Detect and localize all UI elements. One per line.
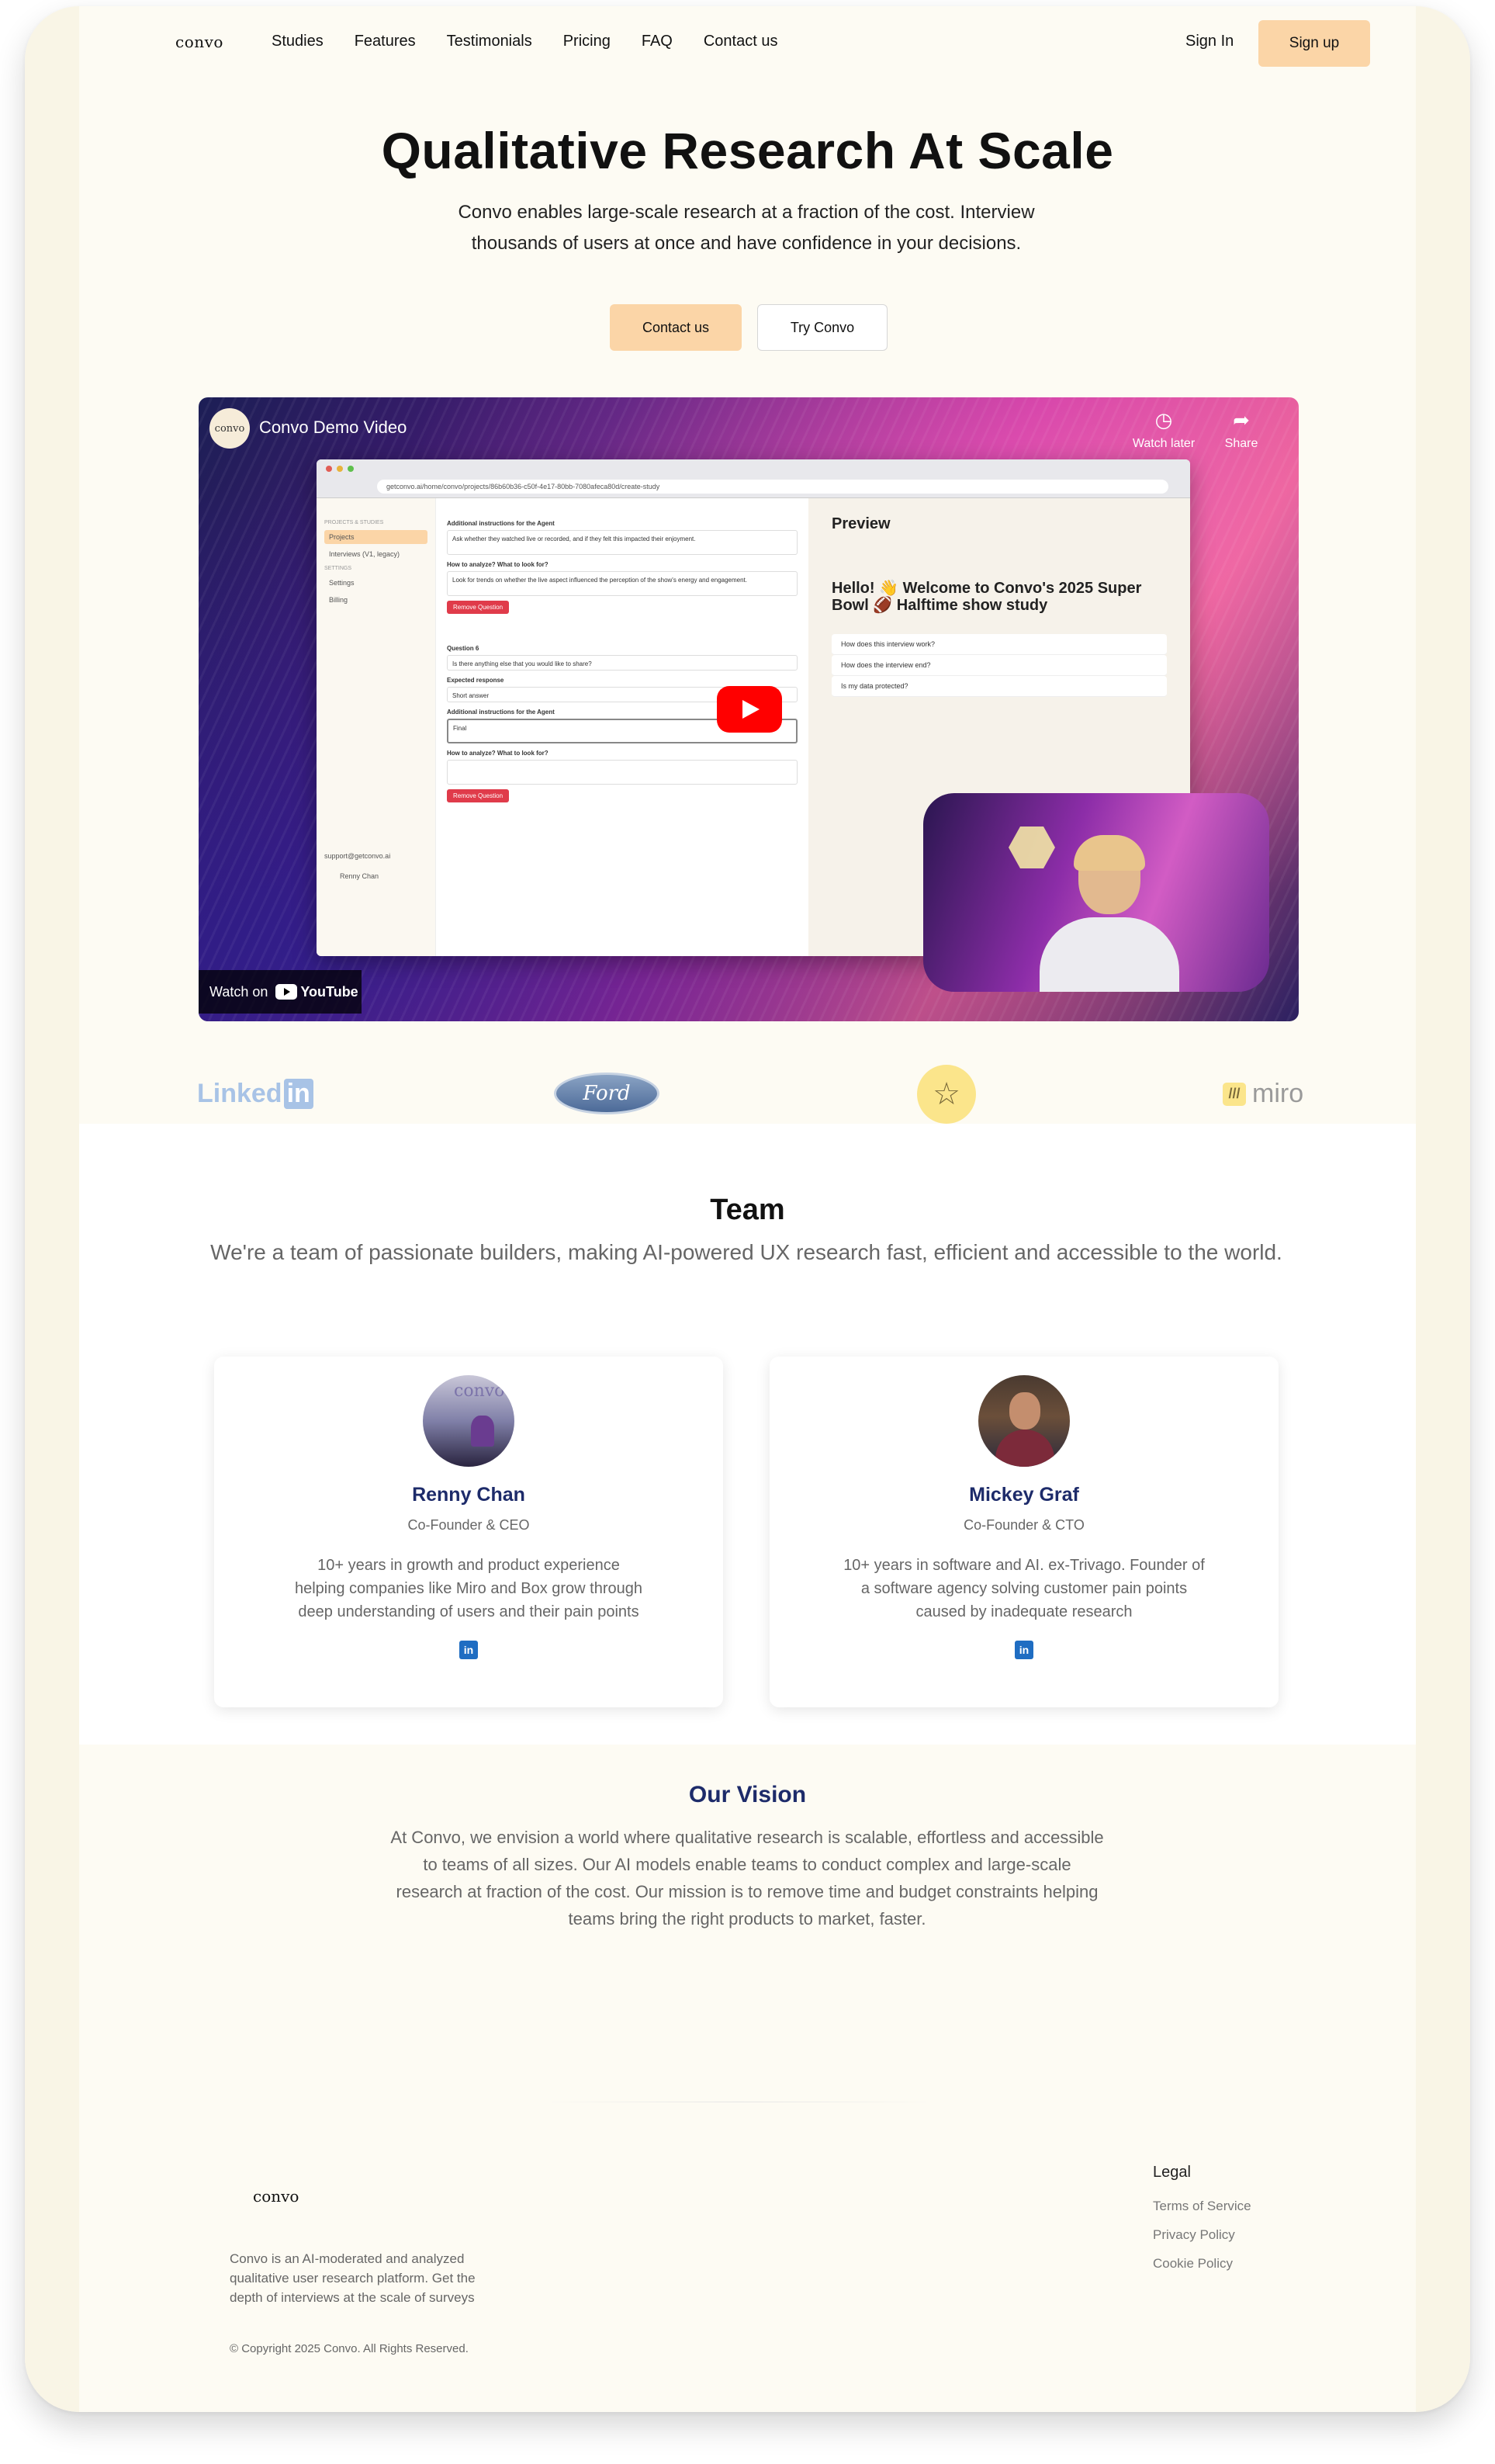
preview-faq-item: Is my data protected? — [832, 676, 1167, 697]
analyze-field: Look for trends on whether the live aspe… — [447, 571, 798, 596]
sidebar-section-settings: SETTINGS — [324, 566, 352, 571]
member-bio: 10+ years in software and AI. ex-Trivago… — [843, 1557, 1205, 1620]
label-question-6: Question 6 — [447, 645, 479, 652]
nav-link-features[interactable]: Features — [355, 33, 416, 50]
nav-link-studies[interactable]: Studies — [272, 33, 324, 50]
avatar: convo — [423, 1375, 514, 1467]
linkedin-logo: Linked in — [197, 1079, 313, 1109]
watch-later-button[interactable]: ◷ Watch later — [1125, 408, 1203, 451]
browser-bar: getconvo.ai/home/convo/projects/86b60b36… — [317, 459, 1190, 498]
share-label: Share — [1224, 437, 1258, 450]
avatar — [978, 1375, 1070, 1467]
ford-logo: Ford — [554, 1073, 659, 1114]
youtube-wordmark: YouTube — [300, 983, 358, 1000]
channel-avatar[interactable]: convo — [209, 408, 250, 449]
webcam-overlay — [923, 793, 1269, 992]
watch-later-label: Watch later — [1132, 437, 1196, 450]
vision-body: At Convo, we envision a world where qual… — [390, 1828, 1104, 1929]
sidebar-item-settings: Settings — [329, 579, 355, 587]
remove-question-button-2: Remove Question — [447, 789, 510, 802]
member-bio: 10+ years in growth and product experien… — [294, 1557, 643, 1620]
vision-title: Our Vision — [688, 1782, 807, 1807]
member-role: Co-Founder & CEO — [407, 1517, 530, 1533]
sidebar-item-billing: Billing — [329, 596, 348, 604]
sidebar-item-interviews: Interviews (V1, legacy) — [329, 550, 400, 558]
sign-up-button[interactable]: Sign up — [1258, 20, 1370, 67]
miro-logo: /// miro — [1223, 1079, 1303, 1109]
legal-links: Terms of Service Privacy Policy Cookie P… — [1153, 2192, 1251, 2278]
client-logos: Linked in Ford ☆ /// miro — [79, 1062, 1416, 1124]
footer-copyright: © Copyright 2025 Convo. All Rights Reser… — [230, 2342, 469, 2355]
top-nav: convo Studies Features Testimonials Pric… — [79, 6, 1416, 76]
nav-links: Studies Features Testimonials Pricing FA… — [272, 33, 777, 50]
hero-title: Qualitative Research At Scale — [381, 122, 1114, 179]
share-arrow-icon: ➦ — [1233, 408, 1250, 431]
label-analyze-2: How to analyze? What to look for? — [447, 750, 549, 757]
youtube-logo-icon: YouTube — [275, 984, 358, 1000]
label-instructions: Additional instructions for the Agent — [447, 520, 555, 527]
logo[interactable]: convo — [175, 33, 223, 51]
label-analyze: How to analyze? What to look for? — [447, 561, 549, 568]
sidebar-section-projects: PROJECTS & STUDIES — [324, 520, 384, 525]
sign-in-link[interactable]: Sign In — [1185, 33, 1234, 50]
team-card-renny: convo Renny Chan Co-Founder & CEO 10+ ye… — [214, 1357, 723, 1707]
footer-logo[interactable]: convo — [253, 2187, 299, 2206]
play-button-icon[interactable] — [717, 686, 782, 733]
legal-heading: Legal — [1153, 2164, 1191, 2181]
analyze-field-2 — [447, 760, 798, 785]
cookie-policy-link[interactable]: Cookie Policy — [1153, 2249, 1251, 2278]
nav-link-faq[interactable]: FAQ — [642, 33, 673, 50]
nav-link-pricing[interactable]: Pricing — [563, 33, 611, 50]
user-name: Renny Chan — [340, 872, 379, 880]
preview-title: Preview — [832, 515, 891, 532]
linkedin-icon[interactable]: in — [1015, 1641, 1033, 1659]
try-convo-button[interactable]: Try Convo — [757, 304, 888, 351]
window-controls-icon — [326, 466, 354, 472]
linkedin-icon[interactable]: in — [459, 1641, 478, 1659]
clock-icon: ◷ — [1154, 408, 1173, 431]
support-email: support@getconvo.ai — [324, 852, 391, 860]
member-role: Co-Founder & CTO — [964, 1517, 1085, 1533]
miro-wordmark: miro — [1252, 1079, 1304, 1108]
member-name: Renny Chan — [412, 1484, 525, 1506]
preview-heading: Hello! 👋 Welcome to Convo's 2025 Super B… — [832, 580, 1142, 614]
demo-video-embed[interactable]: getconvo.ai/home/convo/projects/86b60b36… — [199, 397, 1299, 1021]
privacy-policy-link[interactable]: Privacy Policy — [1153, 2220, 1251, 2249]
terms-of-service-link[interactable]: Terms of Service — [1153, 2192, 1251, 2220]
share-button[interactable]: ➦ Share — [1203, 408, 1280, 451]
hero-subtitle: Convo enables large-scale research at a … — [458, 202, 1035, 254]
video-title[interactable]: Convo Demo Video — [259, 418, 407, 438]
team-subtitle: We're a team of passionate builders, mak… — [210, 1240, 1282, 1264]
page: convo Studies Features Testimonials Pric… — [79, 6, 1416, 2412]
preview-faq-item: How does this interview work? — [832, 634, 1167, 655]
preview-faq-item: How does the interview end? — [832, 655, 1167, 676]
nav-link-contact[interactable]: Contact us — [704, 33, 778, 50]
remove-question-button: Remove Question — [447, 601, 510, 614]
star-logo-icon: ☆ — [917, 1065, 976, 1124]
team-title: Team — [710, 1194, 785, 1226]
app-sidebar: PROJECTS & STUDIES Projects Interviews (… — [317, 498, 436, 956]
presenter-image — [1040, 835, 1179, 992]
team-section: Team We're a team of passionate builders… — [79, 1124, 1416, 1745]
contact-us-button[interactable]: Contact us — [610, 304, 742, 351]
browser-url: getconvo.ai/home/convo/projects/86b60b36… — [377, 480, 1168, 494]
instructions-field: Ask whether they watched live or recorde… — [447, 530, 798, 555]
question-6-field: Is there anything else that you would li… — [447, 655, 798, 671]
miro-mark-icon: /// — [1223, 1082, 1246, 1106]
nav-link-testimonials[interactable]: Testimonials — [447, 33, 532, 50]
page-frame: convo Studies Features Testimonials Pric… — [25, 6, 1470, 2412]
member-name: Mickey Graf — [969, 1484, 1079, 1506]
label-expected-response: Expected response — [447, 677, 504, 684]
team-card-mickey: Mickey Graf Co-Founder & CTO 10+ years i… — [770, 1357, 1279, 1707]
watch-on-youtube-link[interactable]: Watch on YouTube — [199, 970, 362, 1014]
footer-description: Convo is an AI-moderated and analyzed qu… — [230, 2251, 476, 2305]
sidebar-item-projects: Projects — [324, 530, 427, 544]
watch-on-label: Watch on — [209, 983, 268, 1000]
